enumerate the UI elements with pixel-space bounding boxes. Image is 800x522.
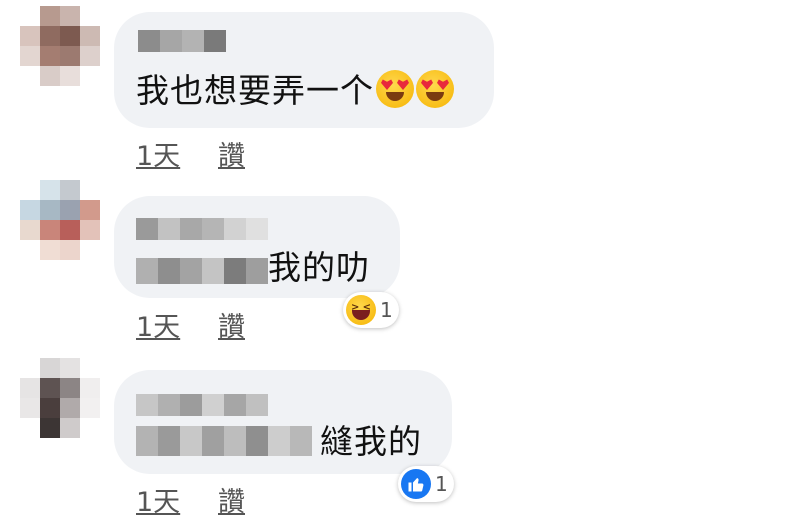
like-link[interactable]: 讚: [218, 480, 245, 519]
like-link[interactable]: 讚: [218, 134, 245, 173]
avatar[interactable]: [20, 358, 100, 438]
mentioned-user[interactable]: [136, 258, 268, 284]
heart-eyes-emoji: [416, 70, 454, 108]
comment-text: 縫我的: [320, 422, 422, 461]
reaction-badge[interactable]: > < 1: [343, 292, 399, 328]
avatar[interactable]: [20, 6, 100, 86]
like-link[interactable]: 讚: [218, 305, 245, 344]
avatar[interactable]: [20, 180, 100, 260]
timestamp-link[interactable]: 1天: [136, 134, 180, 173]
comment-bubble: 我的叻: [114, 196, 400, 298]
comment-bubble: 我也想要弄一个: [114, 12, 494, 128]
commenter-name[interactable]: [136, 394, 268, 416]
timestamp-link[interactable]: 1天: [136, 305, 180, 344]
heart-eyes-emoji: [376, 70, 414, 108]
commenter-name[interactable]: [136, 218, 268, 240]
mentioned-user[interactable]: [136, 426, 312, 456]
reaction-badge[interactable]: 1: [398, 466, 454, 502]
timestamp-link[interactable]: 1天: [136, 480, 180, 519]
reaction-count: 1: [380, 298, 393, 322]
comment-bubble: 縫我的: [114, 370, 452, 474]
commenter-name[interactable]: [138, 30, 226, 52]
reaction-count: 1: [435, 472, 448, 496]
comment-text: 我也想要弄一个: [136, 71, 374, 110]
like-reaction-icon: [401, 469, 431, 499]
comment-text: 我的叻: [268, 248, 370, 287]
laughing-reaction-icon: > <: [346, 295, 376, 325]
